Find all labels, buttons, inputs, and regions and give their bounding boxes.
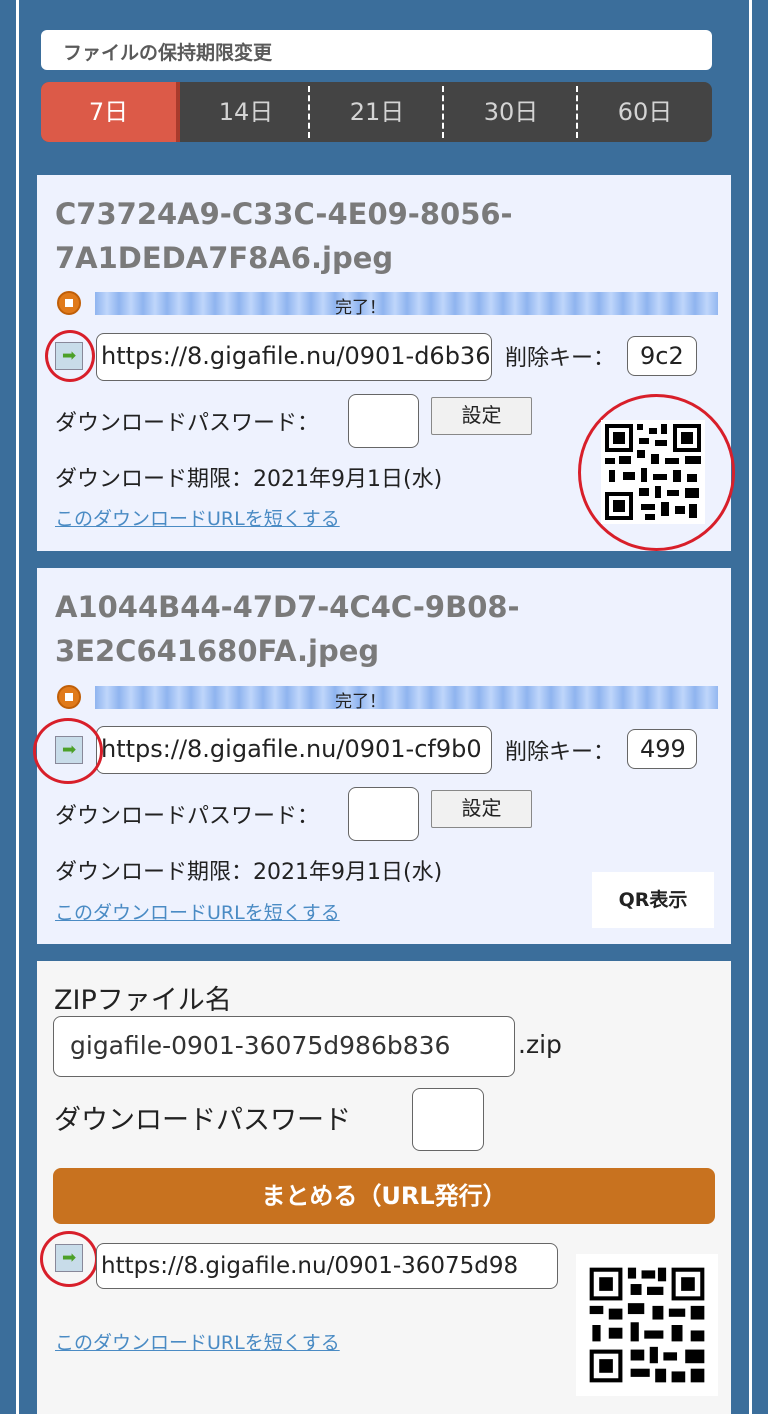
password-label: ダウンロードパスワード： [55,411,320,436]
qr-code-icon [601,420,705,524]
zip-filename-input[interactable]: gigafile-0901-36075d986b836 [53,1016,515,1077]
zip-password-label: ダウンロードパスワード [54,1105,351,1136]
copy-url-icon[interactable]: ➡ [55,1244,83,1272]
progress-status: 完了！ [335,298,386,318]
retention-title: ファイルの保持期限変更 [63,42,273,64]
tab-21days[interactable]: 21日 [310,82,444,142]
download-expiry: ダウンロード期限：2021年9月1日(水) [55,467,443,492]
bundle-url-button[interactable]: まとめる（URL発行） [53,1168,715,1224]
zip-download-url-field[interactable]: https://8.gigafile.nu/0901-36075d98 [96,1243,558,1289]
file-name: 7A1DEDA7F8A6.jpeg [55,241,394,275]
tab-60days[interactable]: 60日 [578,82,712,142]
zip-filename-label: ZIPファイル名 [54,985,232,1016]
shorten-url-link[interactable]: このダウンロードURLを短くする [55,1328,340,1355]
upload-progress: 完了！ [95,686,718,712]
tab-14days[interactable]: 14日 [180,82,312,142]
zip-password-input[interactable] [412,1088,484,1151]
download-url-field[interactable]: https://8.gigafile.nu/0901-d6b36 [96,333,492,381]
stop-icon[interactable] [57,291,81,315]
show-qr-button[interactable]: QR表示 [592,872,714,928]
stop-icon[interactable] [57,685,81,709]
copy-url-icon[interactable]: ➡ [55,736,83,764]
tab-7days[interactable]: 7日 [41,82,176,142]
delete-key-label: 削除キー： [505,346,616,371]
password-label: ダウンロードパスワード： [55,804,320,829]
delete-key-field[interactable]: 9c2 [627,336,697,376]
tab-30days[interactable]: 30日 [444,82,578,142]
qr-code-icon [576,1254,718,1396]
password-input[interactable] [348,787,419,841]
set-password-button[interactable]: 設定 [431,790,532,828]
shorten-url-link[interactable]: このダウンロードURLを短くする [55,898,340,925]
download-expiry: ダウンロード期限：2021年9月1日(水) [55,860,443,885]
shorten-url-link[interactable]: このダウンロードURLを短くする [55,504,340,531]
upload-progress: 完了！ [95,292,718,318]
delete-key-field[interactable]: 499 [627,729,697,769]
file-name: 3E2C641680FA.jpeg [55,634,380,668]
delete-key-label: 削除キー： [505,740,616,765]
retention-header: ファイルの保持期限変更 [41,30,712,70]
copy-url-icon[interactable]: ➡ [55,342,83,370]
zip-extension: .zip [518,1030,562,1059]
retention-tabs: 7日 14日 21日 30日 60日 [41,82,712,142]
password-input[interactable] [348,394,419,448]
download-url-field[interactable]: https://8.gigafile.nu/0901-cf9b0 [96,726,492,774]
set-password-button[interactable]: 設定 [431,397,532,435]
progress-status: 完了！ [335,692,386,712]
